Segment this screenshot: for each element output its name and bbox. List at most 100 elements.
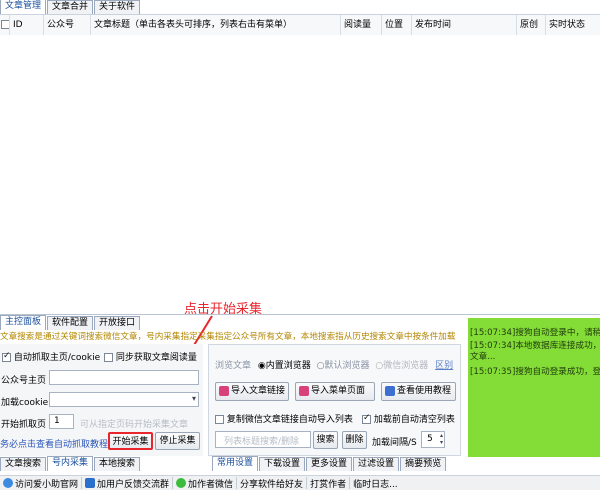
tab-about[interactable]: 关于软件 [94, 0, 141, 14]
status-official-site[interactable]: 访问爱小助官网 [0, 477, 83, 490]
cookie-select[interactable]: ▾ [49, 392, 199, 407]
log-entry: 文章... [470, 352, 495, 363]
status-author-wechat[interactable]: 加作者微信 [173, 477, 238, 490]
status-share[interactable]: 分享软件给好友 [237, 477, 308, 490]
status-temp-log[interactable]: 临时日志... [350, 477, 401, 490]
tab-article-merge[interactable]: 文章合并 [47, 0, 94, 14]
list-search-input[interactable]: 列表标题搜索/删除 [215, 431, 311, 448]
group-icon [85, 478, 96, 488]
log-time: [15:07:34] [470, 328, 516, 338]
import-menu-button[interactable]: 导入菜单页面 [295, 382, 375, 401]
tab-account-collect[interactable]: 号内采集 [47, 456, 94, 471]
status-label: 打赏作者 [310, 479, 347, 490]
home-input[interactable] [49, 370, 199, 385]
tab-article-search[interactable]: 文章搜索 [0, 457, 47, 471]
menu-icon [299, 385, 309, 396]
top-tabbar: 文章管理 文章合并 关于软件 [0, 0, 141, 14]
col-position[interactable]: 位置 [381, 15, 411, 35]
status-bar: 访问爱小助官网 加用户反馈交流群 加作者微信 分享软件给好友 打赏作者 临时日志… [0, 475, 600, 490]
chevron-down-icon: ▾ [191, 394, 196, 403]
log-entry: [15:07:34]搜狗自动登录中，请稍 [470, 328, 600, 339]
log-panel[interactable]: [15:07:34]搜狗自动登录中，请稍 [15:07:34]本地数据库连接成功… [468, 318, 600, 457]
globe-icon [3, 478, 13, 488]
help-icon [385, 385, 395, 396]
tab-summary-preview[interactable]: 摘要预览 [400, 457, 447, 471]
stepper-arrows-icon[interactable]: ▴ ▾ [440, 432, 443, 446]
tab-more-settings[interactable]: 更多设置 [306, 457, 353, 471]
col-reads[interactable]: 阅读量 [340, 15, 381, 35]
radio-wechat-label: 微信浏览器 [383, 361, 429, 371]
col-account[interactable]: 公众号 [43, 15, 90, 35]
log-time: [15:07:35] [470, 367, 516, 377]
interval-label: 加载间隔/S [372, 438, 417, 448]
search-button[interactable]: 搜索 [313, 431, 338, 449]
common-settings-panel: 浏览文章 ◉内置浏览器 ○默认浏览器 ○微信浏览器 区别 导入文章链接 导入菜单… [208, 344, 461, 456]
sync-reads-row: 同步获取文章阅读量 [104, 350, 197, 363]
tab-download-settings[interactable]: 下载设置 [259, 457, 306, 471]
pages-input[interactable]: 1 [49, 414, 74, 429]
auto-grab-label: 自动抓取主页/cookie [13, 353, 101, 363]
col-realtime-status[interactable]: 实时状态 [545, 15, 600, 35]
settings-tabbar: 常用设置 下载设置 更多设置 过滤设置 摘要预览 [212, 456, 447, 471]
log-text: 搜狗自动登录中，请稍 [515, 328, 600, 338]
radio-builtin[interactable]: ◉ [258, 361, 266, 371]
copy-link-row: 复制微信文章链接自动导入列表 [215, 412, 353, 425]
pages-value: 1 [54, 416, 60, 426]
tab-main-panel[interactable]: 主控面板 [0, 315, 47, 330]
radio-builtin-label: 内置浏览器 [265, 361, 311, 371]
radio-default[interactable]: ○ [317, 361, 325, 371]
tutorial-button[interactable]: 查看使用教程 [381, 382, 456, 401]
import-link-button[interactable]: 导入文章链接 [215, 382, 289, 401]
collect-mode-tabbar: 文章搜索 号内采集 本地搜索 [0, 456, 141, 471]
import-link-label: 导入文章链接 [231, 386, 286, 396]
status-label: 加用户反馈交流群 [97, 479, 170, 490]
control-tabbar: 主控面板 软件配置 开放接口 [0, 315, 141, 330]
select-all-checkbox[interactable] [1, 20, 9, 29]
browser-label: 浏览文章 [215, 361, 252, 371]
clear-list-label: 加载前自动清空列表 [373, 415, 455, 425]
auto-grab-checkbox[interactable] [2, 351, 11, 362]
status-feedback-group[interactable]: 加用户反馈交流群 [82, 477, 174, 490]
tab-filter-settings[interactable]: 过滤设置 [353, 457, 400, 471]
tab-software-config[interactable]: 软件配置 [47, 316, 94, 330]
tab-local-search[interactable]: 本地搜索 [94, 457, 141, 471]
distinguish-link[interactable]: 区别 [435, 361, 453, 371]
tutorial-label: 查看使用教程 [397, 386, 452, 396]
tutorial-tip[interactable]: 务必点击查看自动抓取教程 [0, 437, 108, 450]
pages-hint: 可从指定页码开始采集文章 [80, 420, 189, 430]
stop-collect-button[interactable]: 停止采集 [155, 432, 200, 450]
log-text: 搜狗自动登录成功，登 [515, 367, 600, 377]
col-id[interactable]: ID [9, 15, 43, 35]
status-label: 分享软件给好友 [240, 479, 304, 490]
home-label: 公众号主页 [1, 376, 47, 386]
col-title[interactable]: 文章标题（单击各表头可排序，列表右击有菜单） [90, 15, 340, 35]
col-publish-time[interactable]: 发布时间 [411, 15, 516, 35]
status-donate[interactable]: 打赏作者 [307, 477, 351, 490]
article-table-body[interactable] [0, 35, 600, 313]
status-label: 加作者微信 [188, 479, 234, 490]
select-all-checkbox-cell [0, 15, 9, 35]
log-entry: [15:07:35]搜狗自动登录成功，登 [470, 367, 600, 378]
copy-link-checkbox[interactable] [215, 415, 224, 424]
list-search-placeholder: 列表标题搜索/删除 [224, 437, 300, 447]
info-banner: 文章搜索是通过关键词搜索微信文章，号内采集指定采集指定公众号所有文章，本地搜索指… [0, 332, 456, 342]
radio-default-label: 默认浏览器 [324, 361, 370, 371]
tab-common-settings[interactable]: 常用设置 [212, 456, 259, 471]
sync-reads-label: 同步获取文章阅读量 [115, 353, 197, 363]
interval-stepper[interactable]: 5 ▴ ▾ [421, 431, 445, 448]
delete-button[interactable]: 删除 [342, 431, 367, 449]
status-label: 临时日志... [353, 479, 398, 490]
sync-reads-checkbox[interactable] [104, 353, 113, 362]
clear-list-checkbox[interactable] [362, 413, 371, 424]
panel-separator [0, 314, 600, 315]
tab-open-api[interactable]: 开放接口 [94, 316, 141, 330]
pages-label: 开始抓取页 [1, 420, 47, 430]
browser-row: 浏览文章 ◉内置浏览器 ○默认浏览器 ○微信浏览器 区别 [215, 358, 453, 371]
tab-article-manage[interactable]: 文章管理 [0, 0, 47, 14]
import-menu-label: 导入菜单页面 [311, 386, 366, 396]
log-time: [15:07:34] [470, 341, 516, 351]
col-original[interactable]: 原创 [516, 15, 545, 35]
log-entry: [15:07:34]本地数据库连接成功， [470, 341, 600, 352]
log-text: 文章... [470, 352, 496, 362]
start-collect-button[interactable]: 开始采集 [108, 432, 153, 450]
